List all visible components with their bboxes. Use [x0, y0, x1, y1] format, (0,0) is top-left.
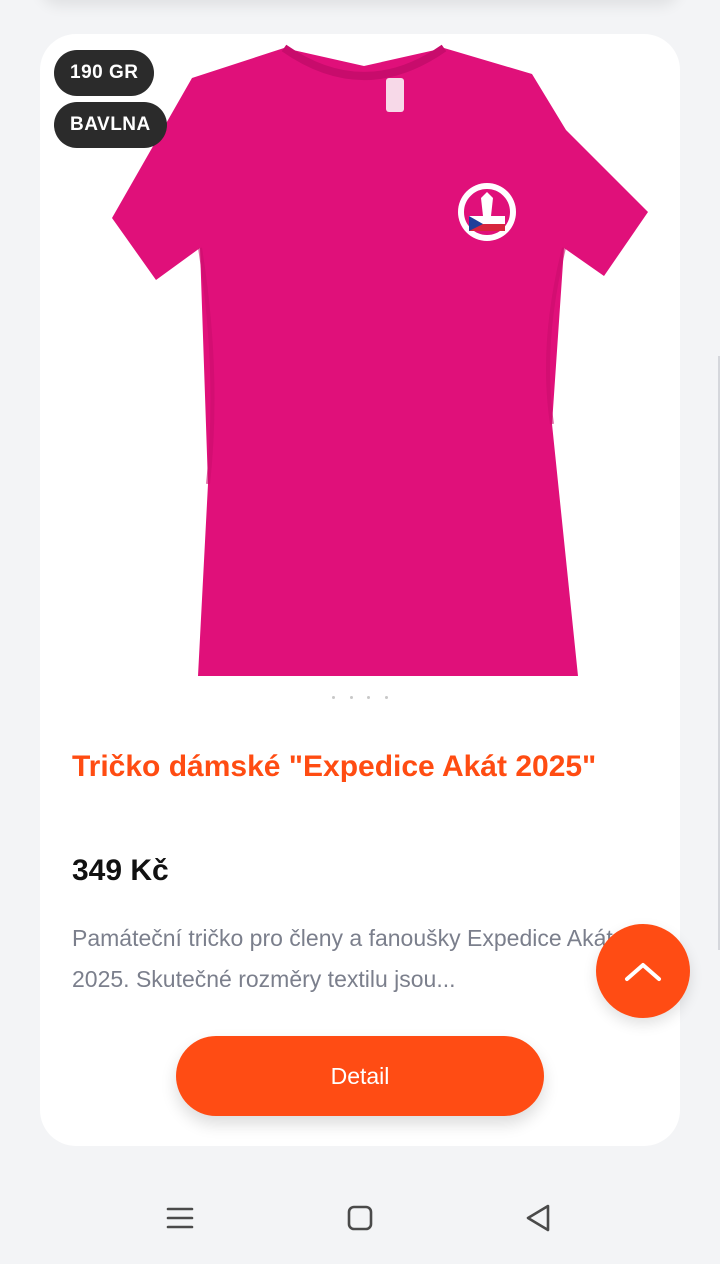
carousel-dot[interactable] — [332, 696, 336, 699]
product-description-line: 2025. Skutečné rozměry textilu jsou... — [72, 966, 456, 992]
chevron-up-icon — [625, 963, 661, 981]
carousel-dot[interactable] — [367, 696, 371, 699]
expedice-logo — [458, 183, 516, 241]
recent-apps-button[interactable] — [156, 1194, 204, 1242]
product-title[interactable]: Tričko dámské "Expedice Akát 2025" — [72, 750, 652, 784]
material-badge: BAVLNA — [54, 102, 167, 148]
product-card: 190 GR BAVLNA Tričko dámské "Expedice Ak… — [40, 34, 680, 1146]
carousel-dot[interactable] — [349, 696, 353, 699]
menu-icon — [166, 1207, 194, 1229]
back-triangle-icon — [526, 1204, 550, 1232]
product-description-line: Památeční tričko pro členy a fanoušky Ex… — [72, 925, 613, 951]
home-square-icon — [347, 1205, 373, 1231]
weight-badge: 190 GR — [54, 50, 155, 96]
home-button[interactable] — [336, 1194, 384, 1242]
android-navigation-bar — [0, 1170, 720, 1264]
product-price: 349 Kč — [72, 854, 169, 887]
detail-button[interactable]: Detail — [176, 1036, 544, 1116]
image-carousel-dots — [40, 686, 680, 699]
carousel-dot[interactable] — [384, 696, 388, 699]
scroll-to-top-button[interactable] — [596, 924, 690, 1018]
neck-label — [386, 78, 404, 112]
product-description: Památeční tričko pro členy a fanoušky Ex… — [72, 918, 662, 1000]
t-shirt-body — [112, 48, 648, 676]
back-button[interactable] — [514, 1194, 562, 1242]
